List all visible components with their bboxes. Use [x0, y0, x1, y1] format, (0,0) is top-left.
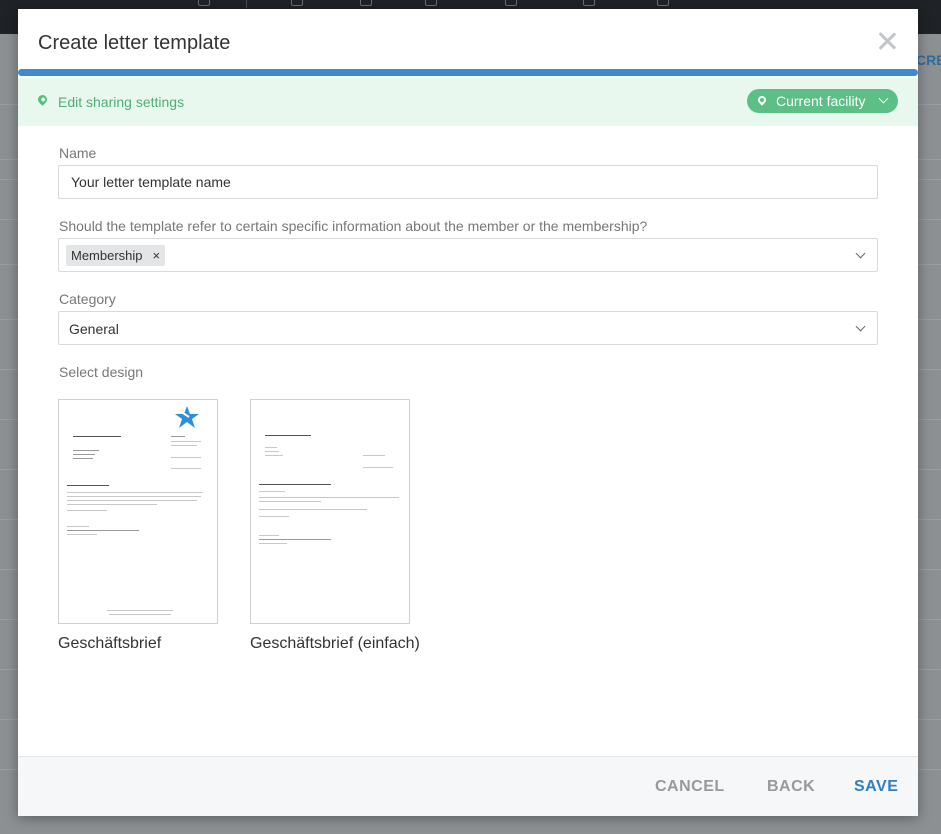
calendar-icon	[505, 0, 517, 6]
chevron-down-icon	[878, 93, 889, 104]
reference-info-label: Should the template refer to certain spe…	[59, 218, 648, 234]
design-preview-thumbnail	[250, 399, 410, 624]
phone-icon	[657, 0, 669, 6]
toolbar-separator	[246, 0, 247, 8]
save-button[interactable]: SAVE	[854, 778, 898, 796]
template-name-input[interactable]	[58, 165, 878, 199]
dialog-title: Create letter template	[38, 32, 231, 54]
design-option-name: Geschäftsbrief (einfach)	[250, 635, 420, 652]
cards-icon	[360, 0, 372, 6]
create-letter-template-dialog: Create letter template Edit sharing sett…	[18, 9, 918, 816]
cancel-button[interactable]: CANCEL	[655, 778, 725, 796]
star-logo-icon	[175, 406, 199, 428]
sharing-scope-label: Current facility	[776, 93, 866, 109]
bookmark-icon	[198, 0, 210, 6]
map-pin-icon	[756, 94, 768, 106]
dialog-header: Create letter template	[18, 9, 918, 69]
design-option-name: Geschäftsbrief	[58, 635, 162, 652]
tag-label: Membership	[71, 248, 143, 263]
dialog-footer: CANCEL BACK SAVE	[18, 756, 918, 816]
select-design-label: Select design	[59, 364, 144, 380]
sharing-settings-bar: Edit sharing settings Current facility	[18, 78, 918, 126]
name-label: Name	[59, 145, 97, 161]
tag-remove-icon[interactable]: ×	[153, 248, 161, 263]
wizard-progress-bar	[18, 69, 918, 76]
chevron-down-icon	[855, 321, 866, 332]
close-icon[interactable]	[876, 29, 898, 51]
category-select[interactable]: General	[58, 311, 878, 345]
map-pin-icon	[36, 93, 49, 106]
membership-tag: Membership ×	[66, 245, 166, 266]
design-preview-thumbnail	[58, 399, 218, 624]
document-icon	[583, 0, 595, 6]
camera-icon	[425, 0, 437, 6]
category-value: General	[69, 321, 119, 337]
sharing-scope-dropdown[interactable]: Current facility	[747, 89, 898, 113]
chevron-down-icon	[855, 248, 866, 259]
category-label: Category	[59, 291, 116, 307]
grid-icon	[291, 0, 303, 6]
bg-create-button-fragment: CRE	[916, 52, 941, 68]
back-button[interactable]: BACK	[767, 778, 815, 796]
edit-sharing-settings-link[interactable]: Edit sharing settings	[58, 94, 184, 110]
reference-info-multiselect[interactable]: Membership ×	[58, 238, 878, 272]
